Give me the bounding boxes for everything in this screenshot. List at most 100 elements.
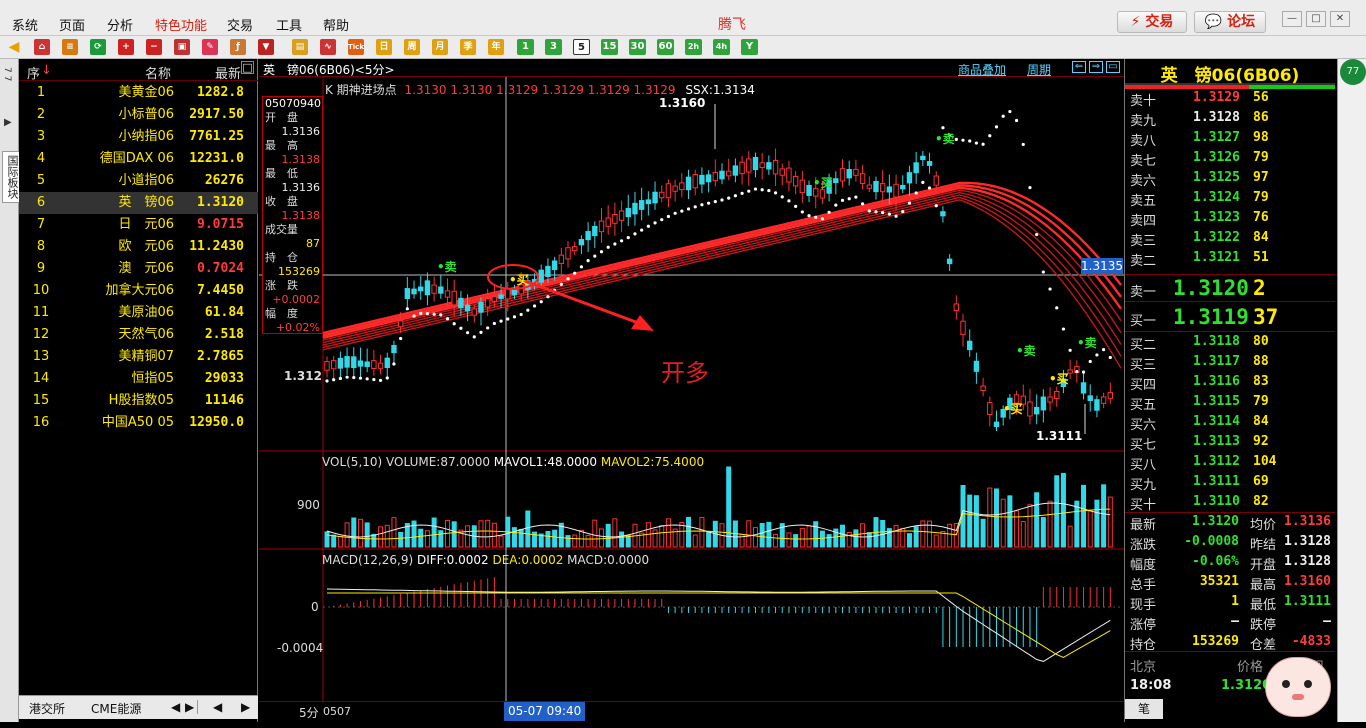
volume-bar <box>766 521 772 548</box>
candle-body <box>578 239 585 246</box>
tab-cme-energy[interactable]: CME能源 <box>91 700 141 717</box>
watchlist-row[interactable]: 15 H股指数05 11146 <box>19 390 258 412</box>
menu-system[interactable]: 系统 <box>12 15 38 34</box>
watchlist-row[interactable]: 10 加拿大元06 7.4450 <box>19 280 258 302</box>
signal-label: •买 <box>1049 372 1069 386</box>
back-icon[interactable]: ◀ <box>6 39 22 55</box>
zoom-out-icon[interactable]: − <box>146 39 162 55</box>
period-year-y[interactable]: Y <box>741 39 758 55</box>
candle-body <box>1040 396 1047 411</box>
watchlist-row[interactable]: 14 恒指05 29033 <box>19 368 258 390</box>
period-2h[interactable]: 2h <box>685 39 702 55</box>
sar-dot <box>693 205 697 209</box>
watchlist-row[interactable]: 5 小道指06 26276 <box>19 170 258 192</box>
bid-vol: 88 <box>1253 354 1269 369</box>
draw-icon[interactable]: ✎ <box>202 39 218 55</box>
period-5min[interactable]: 5 <box>573 39 590 55</box>
stat-value: 1.3128 <box>1284 534 1331 549</box>
col-latest[interactable]: 最新 <box>215 63 241 82</box>
watchlist-row[interactable]: 6 英 镑06 1.3120 <box>19 192 258 214</box>
db-open: 1.3136 <box>281 125 321 138</box>
formula-icon[interactable]: ƒ <box>230 39 246 55</box>
watchlist-row[interactable]: 13 美精铜07 2.7865 <box>19 346 258 368</box>
refresh-icon[interactable]: ⟳ <box>90 39 106 55</box>
expand-arrow-icon[interactable]: ▶ <box>4 117 14 131</box>
bid-price: 1.3115 <box>1193 394 1240 409</box>
sar-dot <box>559 282 563 286</box>
period-1min[interactable]: 1 <box>517 39 534 55</box>
close-icon[interactable]: ✕ <box>1330 11 1350 27</box>
page-right-icon[interactable]: ▶ <box>241 700 250 714</box>
menu-tools[interactable]: 工具 <box>276 15 302 34</box>
volume-bar <box>438 530 444 548</box>
menu-help[interactable]: 帮助 <box>323 15 349 34</box>
volume-bar <box>652 529 658 548</box>
period-4h[interactable]: 4h <box>713 39 730 55</box>
menu-special[interactable]: 特色功能 <box>155 15 207 34</box>
watchlist-row[interactable]: 7 日 元06 9.0715 <box>19 214 258 236</box>
list-icon[interactable]: ≡ <box>62 39 78 55</box>
menu-bar: 系统 页面 分析 特色功能 交易 工具 帮助 腾飞 ⚡ 交易 💬 论坛 — □ … <box>0 0 1366 36</box>
menu-page[interactable]: 页面 <box>59 15 85 34</box>
zoom-in-icon[interactable]: + <box>118 39 134 55</box>
sar-dot <box>1028 186 1032 190</box>
period-year[interactable]: 年 <box>488 39 504 55</box>
watchlist-row[interactable]: 2 小标普06 2917.50 <box>19 104 258 126</box>
menu-analysis[interactable]: 分析 <box>107 15 133 34</box>
minimize-icon[interactable]: — <box>1282 11 1302 27</box>
candle-body <box>732 165 739 176</box>
sar-dot <box>345 375 349 379</box>
watchlist-row[interactable]: 4 德国DAX 06 12231.0 <box>19 148 258 170</box>
candle-body <box>498 294 504 299</box>
panel-max-icon[interactable]: □ <box>241 61 254 74</box>
candle-body <box>926 161 933 166</box>
period-3min[interactable]: 3 <box>545 39 562 55</box>
col-name[interactable]: 名称 <box>145 63 171 82</box>
page-left-icon[interactable]: ◀ <box>213 700 222 714</box>
col-index[interactable]: 序 <box>27 63 40 82</box>
tick-icon[interactable]: Tick <box>348 39 364 55</box>
period-month[interactable]: 月 <box>432 39 448 55</box>
period-30min[interactable]: 30 <box>629 39 646 55</box>
watchlist-row[interactable]: 3 小纳指06 7761.25 <box>19 126 258 148</box>
scroll-left-icon[interactable]: ◀ <box>171 700 180 714</box>
chart-area[interactable]: 英 镑06(6B06)<5分> 商品叠加 周期 ⇐ ⇒ ▭ K 期神进场点 1.… <box>259 59 1124 722</box>
maximize-icon[interactable]: □ <box>1306 11 1326 27</box>
watchlist-row[interactable]: 16 中国A50 05 12950.0 <box>19 412 258 434</box>
watchlist-row[interactable]: 8 欧 元06 11.2430 <box>19 236 258 258</box>
chart-icon[interactable]: ∿ <box>320 39 336 55</box>
row-index: 9 <box>36 261 46 276</box>
filter-icon[interactable]: ▼ <box>258 39 274 55</box>
watchlist-row[interactable]: 11 美原油06 61.84 <box>19 302 258 324</box>
sync-badge-icon[interactable]: 77 <box>1340 59 1366 85</box>
scroll-right-icon[interactable]: ▶ <box>185 700 194 714</box>
vol-name: VOL(5,10) <box>322 455 383 469</box>
sar-dot <box>1041 270 1045 274</box>
row-name: 小纳指06 <box>118 129 174 144</box>
tab-hkex[interactable]: 港交所 <box>29 700 65 717</box>
candle-body <box>806 184 812 196</box>
candle-body <box>692 174 698 189</box>
watchlist-row[interactable]: 9 澳 元06 0.7024 <box>19 258 258 280</box>
forum-button[interactable]: 💬 论坛 <box>1194 11 1266 33</box>
period-day[interactable]: 日 <box>376 39 392 55</box>
watchlist-row[interactable]: 1 美黄金06 1282.8 <box>19 82 258 104</box>
diff-line <box>326 588 1111 662</box>
candle-body <box>330 360 337 370</box>
window-icon[interactable]: ▣ <box>174 39 190 55</box>
trade-button[interactable]: ⚡ 交易 <box>1117 11 1187 33</box>
period-week[interactable]: 周 <box>404 39 420 55</box>
period-15min[interactable]: 15 <box>601 39 618 55</box>
tab-ticks[interactable]: 笔 <box>1125 699 1163 719</box>
sar-dot <box>666 214 671 219</box>
sar-dot <box>814 215 818 219</box>
signal-label: •买 <box>1003 402 1023 416</box>
period-60min[interactable]: 60 <box>657 39 674 55</box>
period-season[interactable]: 季 <box>460 39 476 55</box>
table-icon[interactable]: ▤ <box>292 39 308 55</box>
row-index: 16 <box>32 415 50 430</box>
home-icon[interactable]: ⌂ <box>34 39 50 55</box>
menu-trade[interactable]: 交易 <box>227 15 253 34</box>
watchlist-row[interactable]: 12 天然气06 2.518 <box>19 324 258 346</box>
row-index: 11 <box>32 305 50 320</box>
